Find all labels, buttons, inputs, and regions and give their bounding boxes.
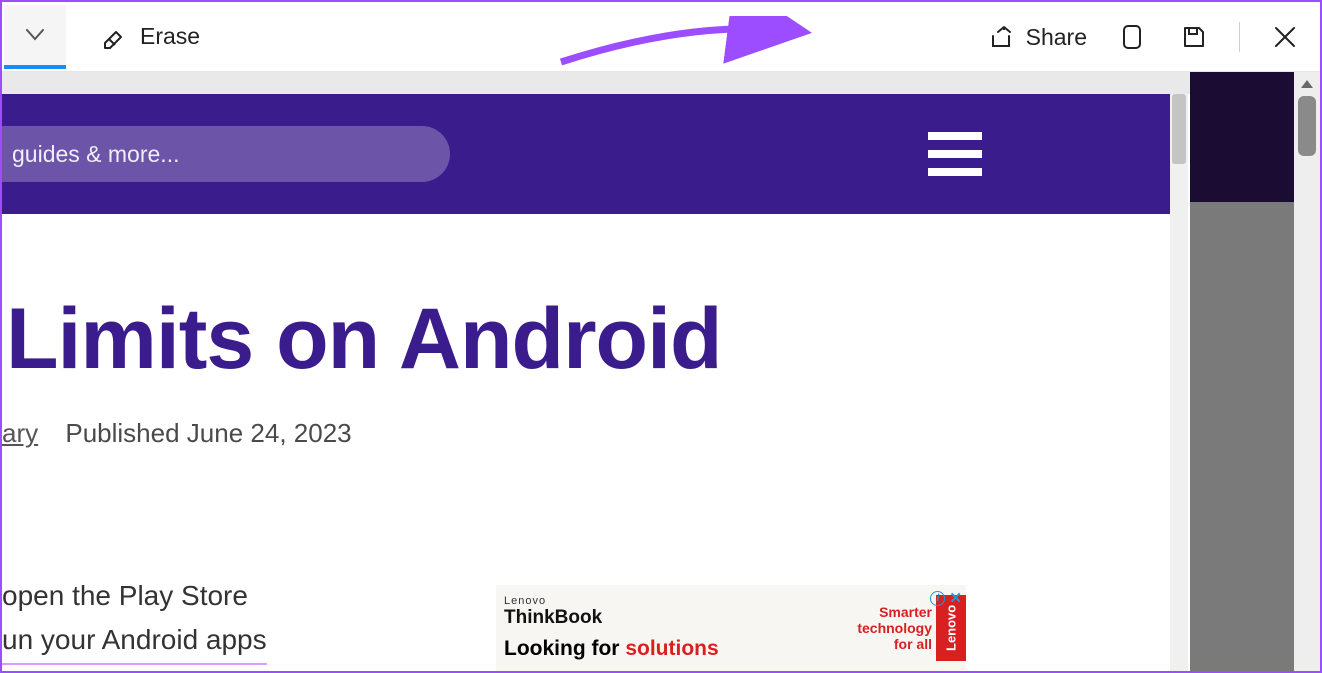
ad-close-icon[interactable]: ✕ xyxy=(949,589,962,607)
ad-brand-big: ThinkBook xyxy=(504,607,719,629)
captured-page: guides & more... Limits on Android ary P… xyxy=(2,94,1170,671)
erase-icon xyxy=(98,23,126,51)
right-dark-panel xyxy=(1190,72,1294,202)
toolbar-divider xyxy=(1239,22,1240,52)
erase-button[interactable]: Erase xyxy=(90,5,208,69)
article-meta: ary Published June 24, 2023 xyxy=(2,418,1170,449)
close-icon xyxy=(1274,26,1296,48)
menu-button[interactable] xyxy=(928,132,982,176)
copy-button[interactable] xyxy=(1115,20,1149,54)
chevron-down-icon xyxy=(26,29,44,41)
triangle-up-icon xyxy=(1300,79,1314,89)
tab-strip xyxy=(2,72,1320,94)
article: Limits on Android ary Published June 24,… xyxy=(2,214,1170,449)
window-scrollbar-thumb[interactable] xyxy=(1298,96,1316,156)
screenshot-toolbar: Erase Share xyxy=(2,2,1320,72)
scroll-up-button[interactable] xyxy=(1294,72,1320,96)
article-body-fragment: open the Play Store un your Android apps xyxy=(2,574,267,665)
save-icon xyxy=(1181,24,1207,50)
tool-dropdown[interactable] xyxy=(4,5,66,69)
ad-brand-small: Lenovo xyxy=(504,595,719,607)
site-header: guides & more... xyxy=(2,94,1170,214)
content-area: guides & more... Limits on Android ary P… xyxy=(2,72,1320,671)
ad-slogan: Smarter technology for all xyxy=(857,604,932,652)
erase-label: Erase xyxy=(140,23,200,50)
share-label: Share xyxy=(1026,24,1087,51)
page-scrollbar-thumb[interactable] xyxy=(1172,94,1186,164)
share-button[interactable]: Share xyxy=(988,24,1087,51)
ad-controls: i ✕ xyxy=(930,589,962,607)
published-date: June 24, 2023 xyxy=(187,418,352,448)
author-link[interactable]: ary xyxy=(2,418,38,448)
search-input[interactable]: guides & more... xyxy=(2,126,450,182)
ad-headline: Looking for solutions xyxy=(504,637,719,661)
ad-info-icon[interactable]: i xyxy=(930,591,945,606)
toolbar-right: Share xyxy=(988,2,1302,72)
right-pane xyxy=(1190,72,1320,671)
ad-left: Lenovo ThinkBook Looking for solutions xyxy=(496,595,719,661)
page-scrollbar[interactable] xyxy=(1170,94,1188,671)
close-button[interactable] xyxy=(1268,20,1302,54)
article-title: Limits on Android xyxy=(2,294,1170,384)
ad-banner[interactable]: Lenovo ThinkBook Looking for solutions S… xyxy=(496,585,966,671)
window-scrollbar[interactable] xyxy=(1294,72,1320,671)
copy-icon xyxy=(1120,23,1144,51)
search-placeholder: guides & more... xyxy=(12,141,179,168)
published-label: Published xyxy=(65,418,179,448)
share-icon xyxy=(988,24,1014,50)
save-button[interactable] xyxy=(1177,20,1211,54)
hamburger-icon xyxy=(928,132,982,140)
